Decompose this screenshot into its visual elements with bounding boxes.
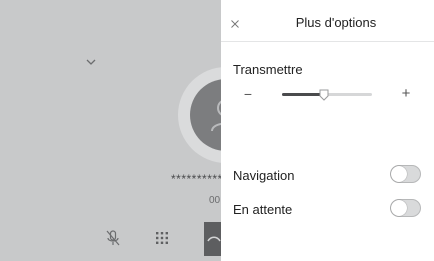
volume-down-button[interactable]: − (241, 86, 255, 102)
panel-header: Plus d'options (221, 0, 434, 42)
more-options-panel: Plus d'options Transmettre − + Navigatio… (221, 0, 434, 261)
transmit-slider[interactable] (282, 89, 372, 101)
hold-toggle[interactable] (390, 199, 421, 217)
navigation-label: Navigation (233, 168, 295, 183)
chevron-down-icon[interactable] (84, 54, 98, 65)
toggle-knob (391, 200, 407, 216)
close-icon[interactable] (230, 16, 240, 28)
toggle-knob (391, 166, 407, 182)
microphone-muted-icon[interactable] (104, 229, 122, 247)
transmit-label: Transmettre (233, 62, 303, 77)
dialpad-icon[interactable] (154, 230, 170, 246)
toggle-row-hold[interactable]: En attente (221, 198, 434, 222)
navigation-toggle[interactable] (390, 165, 421, 183)
toggle-row-navigation[interactable]: Navigation (221, 164, 434, 188)
volume-up-button[interactable]: + (399, 86, 413, 102)
hold-label: En attente (233, 202, 293, 217)
slider-handle-icon[interactable] (319, 88, 329, 101)
panel-title: Plus d'options (295, 15, 377, 30)
slider-fill (282, 93, 325, 96)
